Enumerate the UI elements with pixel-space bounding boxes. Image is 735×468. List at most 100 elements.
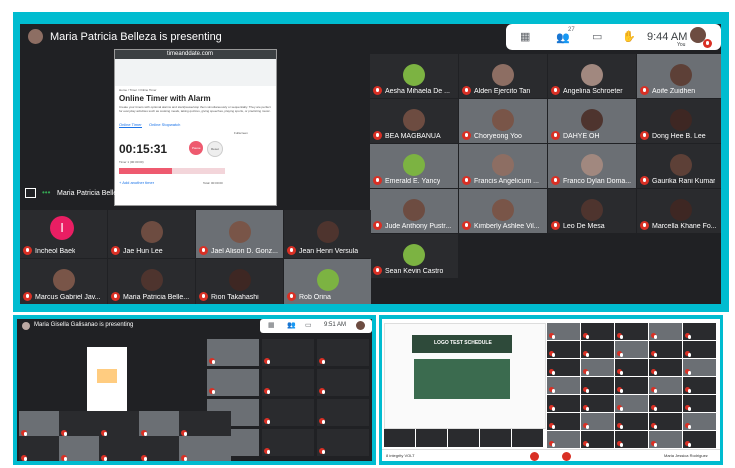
participant-tile[interactable]: Maria Patricia Belle... xyxy=(108,259,195,304)
participant-tile[interactable] xyxy=(581,359,614,376)
participant-tile[interactable]: Franco Dylan Doma... xyxy=(548,144,636,188)
participant-tile[interactable] xyxy=(581,431,614,448)
participant-tile[interactable] xyxy=(683,359,716,376)
participant-tile[interactable] xyxy=(262,369,314,396)
participant-tile[interactable] xyxy=(615,431,648,448)
chat-icon[interactable]: ▭ xyxy=(592,30,602,43)
pause-button[interactable]: Pause xyxy=(189,141,203,155)
schedule-header: LOGO TEST SCHEDULE xyxy=(412,335,512,353)
participant-tile[interactable] xyxy=(317,339,369,366)
participant-tile[interactable] xyxy=(615,395,648,412)
mic-off-icon xyxy=(462,176,471,185)
participant-tile[interactable] xyxy=(649,377,682,394)
participant-tile[interactable] xyxy=(512,429,543,447)
participant-tile[interactable] xyxy=(649,413,682,430)
participant-tile[interactable] xyxy=(683,341,716,358)
participant-tile[interactable] xyxy=(581,377,614,394)
participant-tile[interactable] xyxy=(317,399,369,426)
participant-tile[interactable]: Francis Angelicum ... xyxy=(459,144,547,188)
hand-icon[interactable]: ✋ xyxy=(622,30,636,43)
participant-tile[interactable]: Marcus Gabriel Jav... xyxy=(20,259,107,304)
participant-tile[interactable]: DAHYE OH xyxy=(548,99,636,143)
participant-tile[interactable]: Dong Hee B. Lee xyxy=(637,99,721,143)
grid-view-icon-2[interactable]: ▦ xyxy=(268,321,275,329)
participant-tile[interactable] xyxy=(581,323,614,340)
participant-tile[interactable]: Angelina Schroeter xyxy=(548,54,636,98)
participant-tile[interactable] xyxy=(207,369,259,396)
more-dots-icon[interactable]: ••• xyxy=(42,188,50,197)
participant-tile[interactable] xyxy=(615,413,648,430)
participant-tile[interactable] xyxy=(547,395,580,412)
mic-off-icon xyxy=(617,423,623,429)
participant-tile[interactable] xyxy=(547,431,580,448)
participant-tile[interactable] xyxy=(581,413,614,430)
participant-tile[interactable] xyxy=(262,429,314,456)
participant-tile[interactable] xyxy=(547,323,580,340)
participant-tile[interactable]: Jael Alison D. Gonz... xyxy=(196,210,283,258)
participant-tile[interactable] xyxy=(179,411,231,438)
camera-off-button[interactable] xyxy=(562,452,571,461)
participant-tile[interactable] xyxy=(581,341,614,358)
participant-avatar xyxy=(492,108,514,131)
chat-icon-2[interactable]: ▭ xyxy=(305,321,312,329)
participant-tile[interactable] xyxy=(207,339,259,366)
participant-tile[interactable] xyxy=(683,431,716,448)
participant-tile[interactable]: Gaurika Rani Kumar xyxy=(637,144,721,188)
participant-tile[interactable] xyxy=(615,359,648,376)
participant-tile[interactable]: Marcella Khane Fo... xyxy=(637,189,721,233)
participant-tile[interactable] xyxy=(547,377,580,394)
participant-tile[interactable] xyxy=(615,377,648,394)
participant-tile[interactable]: Aesha Mihaela De ... xyxy=(370,54,458,98)
participant-tile[interactable]: Sean Kevin Castro xyxy=(370,234,458,278)
participant-tile[interactable]: Choryeong Yoo xyxy=(459,99,547,143)
participant-tile[interactable] xyxy=(683,395,716,412)
participant-tile[interactable] xyxy=(649,431,682,448)
add-timer-link[interactable]: + Add another timer xyxy=(119,180,154,185)
participant-tile[interactable]: Rob Orina xyxy=(284,259,371,304)
participant-tile[interactable] xyxy=(317,429,369,456)
participant-tile[interactable] xyxy=(262,339,314,366)
participant-tile[interactable]: BEA MAGBANUA xyxy=(370,99,458,143)
grid-view-icon[interactable]: ▦ xyxy=(520,30,530,43)
participant-tile[interactable] xyxy=(547,359,580,376)
end-call-button[interactable] xyxy=(530,452,539,461)
participant-tile[interactable]: Alden Ejercito Tan xyxy=(459,54,547,98)
participant-tile[interactable] xyxy=(649,323,682,340)
participant-tile[interactable]: Rion Takahashi xyxy=(196,259,283,304)
participant-tile[interactable] xyxy=(581,395,614,412)
participant-tile[interactable] xyxy=(615,341,648,358)
people-icon-2[interactable]: 👥 xyxy=(287,321,296,329)
participant-tile[interactable]: Leo De Mesa xyxy=(548,189,636,233)
participant-avatar xyxy=(581,198,603,221)
tab-online-timer[interactable]: Online Timer xyxy=(119,122,142,128)
participant-tile[interactable]: Emerald E. Yancy xyxy=(370,144,458,188)
participant-tile[interactable]: Kimberly Ashlee Vil... xyxy=(459,189,547,233)
participant-tile[interactable] xyxy=(649,341,682,358)
participant-tile[interactable] xyxy=(317,369,369,396)
fullscreen-link[interactable]: Fullscreen xyxy=(234,131,248,135)
participant-tile[interactable] xyxy=(649,359,682,376)
participant-tile[interactable]: I Incheol Baek xyxy=(20,210,107,258)
reset-button[interactable]: Reset xyxy=(207,141,223,157)
participant-name: Rob Orina xyxy=(299,294,331,301)
participant-tile[interactable]: Aoife Zuidhen xyxy=(637,54,721,98)
participant-tile[interactable]: Jean Henri Versula xyxy=(284,210,371,258)
tab-online-stopwatch[interactable]: Online Stopwatch xyxy=(149,122,180,127)
participant-tile[interactable]: Jude Anthony Pustr... xyxy=(370,189,458,233)
participant-tile[interactable] xyxy=(649,395,682,412)
participant-tile[interactable] xyxy=(683,413,716,430)
participant-tile[interactable] xyxy=(384,429,415,447)
participant-tile[interactable] xyxy=(683,323,716,340)
participant-tile[interactable] xyxy=(615,323,648,340)
participant-tile[interactable] xyxy=(448,429,479,447)
participant-tile[interactable] xyxy=(547,413,580,430)
self-avatar-2[interactable] xyxy=(356,321,365,330)
participant-tile[interactable] xyxy=(480,429,511,447)
participant-name: Marcus Gabriel Jav... xyxy=(35,294,101,301)
participant-tile[interactable] xyxy=(179,436,231,461)
participant-tile[interactable] xyxy=(683,377,716,394)
participant-tile[interactable] xyxy=(416,429,447,447)
participant-tile[interactable] xyxy=(262,399,314,426)
participant-tile[interactable]: Jae Hun Lee xyxy=(108,210,195,258)
participant-tile[interactable] xyxy=(547,341,580,358)
